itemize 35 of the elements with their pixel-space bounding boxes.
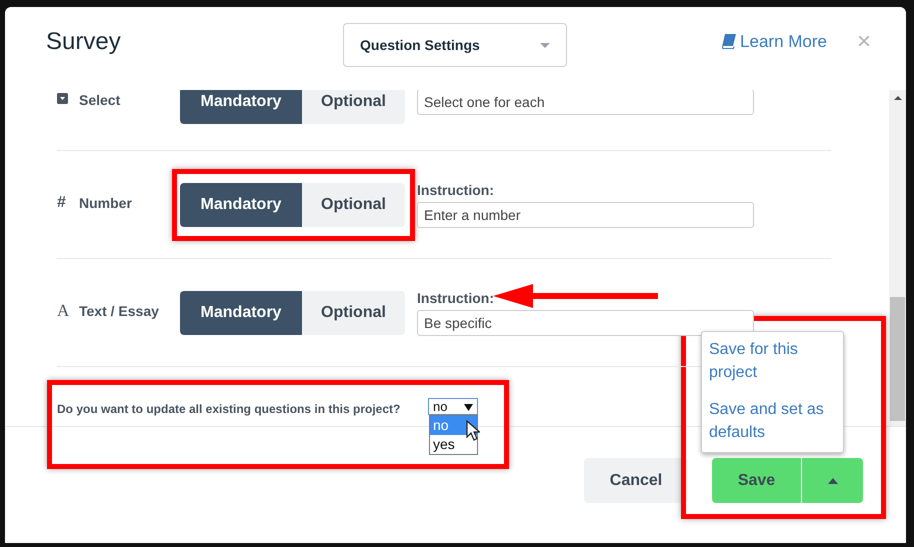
caret-icon — [540, 42, 550, 48]
caret-icon — [464, 402, 473, 410]
instruction-label: Instruction: — [417, 182, 494, 198]
toggle-option[interactable]: Mandatory — [180, 182, 302, 226]
scrollbar[interactable] — [889, 90, 906, 426]
save-button[interactable]: Save — [712, 458, 801, 503]
instruction-field[interactable]: Be specific — [417, 310, 754, 336]
hash-icon: # — [57, 194, 71, 212]
book-icon — [722, 34, 736, 49]
instruction-label: Instruction: — [417, 290, 494, 306]
letter-icon: A — [57, 300, 71, 320]
cancel-button[interactable]: Cancel — [584, 458, 688, 503]
update-question-text: Do you want to update all existing questions in this project? — [57, 402, 400, 416]
toggle-option[interactable]: Mandatory — [180, 90, 302, 124]
question-type-label: Text / Essay — [79, 302, 159, 318]
dropdown-box-icon — [57, 93, 68, 104]
toggle-option[interactable]: Optional — [302, 182, 405, 226]
settings-dropdown[interactable]: Question Settings — [343, 23, 567, 67]
save-options-button[interactable] — [802, 458, 863, 503]
menu-item[interactable]: Save for this project — [709, 338, 837, 384]
update-select[interactable]: no — [428, 398, 478, 415]
toggle-option[interactable]: Optional — [302, 90, 405, 124]
instruction-field[interactable]: Enter a number — [417, 202, 754, 228]
scroll-up-icon[interactable] — [894, 96, 902, 100]
learn-more-link[interactable]: Learn More — [722, 32, 827, 52]
caret-icon — [828, 478, 838, 484]
toggle-option[interactable]: Optional — [302, 290, 405, 334]
question-type-label: Number — [79, 194, 132, 210]
scrollbar-thumb[interactable] — [890, 297, 905, 421]
modal-title: Survey — [46, 28, 122, 56]
menu-item[interactable]: Save and set as defaults — [709, 398, 837, 444]
question-type-label: Select — [79, 92, 120, 108]
toggle-option[interactable]: Mandatory — [180, 290, 302, 334]
instruction-field[interactable]: Select one for each — [417, 90, 754, 115]
select-option[interactable]: yes — [430, 435, 477, 454]
